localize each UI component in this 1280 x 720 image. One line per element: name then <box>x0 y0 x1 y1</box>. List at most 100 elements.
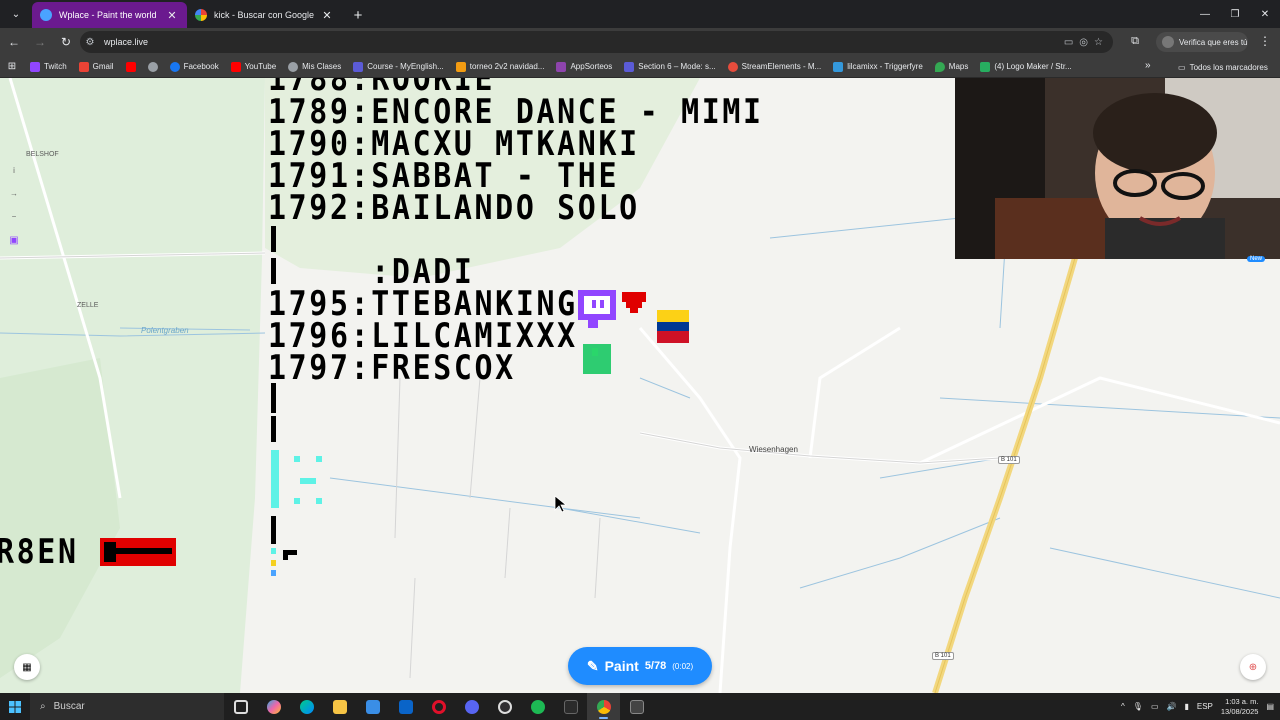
speaker-icon[interactable]: 🔊 <box>1167 702 1177 711</box>
paint-count: 5/78 <box>644 660 667 672</box>
taskbar-search[interactable]: ⌕ Buscar <box>30 693 224 720</box>
streamelements-icon <box>727 61 738 72</box>
pixel-line-1797: 1797:FRESCOX <box>268 348 516 388</box>
youtube-icon <box>125 61 136 72</box>
logo-maker-icon <box>980 61 991 72</box>
twitch-icon <box>30 61 40 72</box>
bookmark-youtube[interactable]: YouTube <box>225 61 282 72</box>
media-app-icon[interactable] <box>620 693 653 720</box>
brush-icon: ✎ <box>586 657 599 674</box>
tab-strip: ⌄ Wplace - Paint the world ✕ kick - Busc… <box>0 0 1280 28</box>
profile-button[interactable]: Verifica que eres tú <box>1156 32 1248 52</box>
layers-icon[interactable]: ▦ <box>14 654 40 680</box>
more-bookmarks-icon[interactable]: » <box>1145 60 1151 71</box>
browser-menu-icon[interactable]: ⋮ <box>1255 30 1275 52</box>
back-button[interactable]: ← <box>2 30 26 54</box>
globe-icon <box>147 61 158 72</box>
info-icon[interactable]: i <box>13 166 15 175</box>
bookmark-globe[interactable] <box>142 61 164 72</box>
map-label-belshof: BELSHOF <box>26 151 59 158</box>
maps-pin-icon <box>934 61 945 72</box>
apps-grid-icon[interactable]: ⊞ <box>0 61 24 72</box>
file-explorer-icon[interactable] <box>323 693 356 720</box>
site-info-icon[interactable]: ⚙ <box>80 37 100 48</box>
opera-icon[interactable] <box>422 693 455 720</box>
network-icon[interactable]: ▭ <box>1151 702 1159 711</box>
cast-icon[interactable]: ▭ <box>1064 37 1073 48</box>
copilot-icon[interactable] <box>257 693 290 720</box>
notifications-icon[interactable]: ▤ <box>1266 702 1274 711</box>
start-button[interactable] <box>0 693 30 720</box>
twitch-icon[interactable]: ▣ <box>9 235 18 246</box>
red-arrow-pixel <box>100 538 176 566</box>
clock[interactable]: 1:03 a. m. 13/08/2025 <box>1221 697 1259 717</box>
obs-icon[interactable] <box>488 693 521 720</box>
close-tab-icon[interactable]: ✕ <box>165 9 179 22</box>
minus-icon[interactable]: − <box>12 212 17 221</box>
bookmark-streamelements[interactable]: StreamElements - M... <box>722 61 828 72</box>
hide-icon[interactable]: ◎ <box>1079 37 1088 48</box>
outlook-icon[interactable] <box>389 693 422 720</box>
road-badge-b101: B 101 <box>932 652 954 660</box>
profile-label: Verifica que eres tú <box>1179 37 1248 47</box>
pixel-left-text: R8EN <box>0 532 79 572</box>
reload-button[interactable]: ↻ <box>54 30 78 54</box>
discord-icon[interactable] <box>455 693 488 720</box>
new-tab-button[interactable]: + <box>346 3 370 27</box>
tab-title: kick - Buscar con Google <box>214 10 315 20</box>
chevron-up-icon[interactable]: ^ <box>1121 702 1125 711</box>
bookmark-gmail[interactable]: Gmail <box>73 61 120 72</box>
bookmark-twitch[interactable]: Twitch <box>24 61 73 72</box>
arrow-icon[interactable]: → <box>10 189 18 198</box>
webcam-new-badge: New <box>1247 256 1266 262</box>
tab-google[interactable]: kick - Buscar con Google ✕ <box>187 2 342 28</box>
address-bar[interactable]: ⚙ wplace.live ▭ ◎ ☆ <box>80 31 1113 53</box>
diamond-icon <box>556 61 567 72</box>
spotify-icon[interactable] <box>521 693 554 720</box>
bookmark-logo-maker[interactable]: (4) Logo Maker / Str... <box>974 61 1077 72</box>
store-icon[interactable] <box>356 693 389 720</box>
paint-label: Paint <box>604 658 639 674</box>
terminal-icon[interactable] <box>554 693 587 720</box>
bookmark-triggerfyre[interactable]: lilcamixx - Triggerfyre <box>827 61 929 72</box>
webcam-image <box>955 78 1280 259</box>
close-window-button[interactable]: ✕ <box>1250 0 1280 28</box>
p-icon <box>353 61 364 72</box>
bookmark-facebook[interactable]: Facebook <box>164 61 225 72</box>
bookmark-appsorteos[interactable]: AppSorteos <box>550 61 618 72</box>
microphone-icon[interactable]: 🎙 <box>1133 702 1143 711</box>
map-label-zelle: ZELLE <box>77 302 99 309</box>
close-tab-icon[interactable]: ✕ <box>320 9 334 22</box>
window-controls: — ❐ ✕ <box>1190 0 1280 28</box>
bookmark-section6[interactable]: Section 6 – Mode: s... <box>618 61 721 72</box>
locate-icon[interactable]: ⊕ <box>1240 654 1266 680</box>
bookmark-torneo[interactable]: torneo 2v2 navidad... <box>450 61 551 72</box>
chrome-icon[interactable] <box>587 693 620 720</box>
pixel-line-1792: 1792:BAILANDO SOLO <box>268 188 640 228</box>
all-bookmarks-button[interactable]: ▭ Todos los marcadores <box>1178 56 1268 78</box>
tab-wplace[interactable]: Wplace - Paint the world ✕ <box>32 2 187 28</box>
bookmark-youtube-red[interactable] <box>120 61 142 72</box>
language-indicator[interactable]: ESP <box>1197 702 1213 711</box>
search-icon: ⌕ <box>40 701 46 712</box>
edge-icon[interactable] <box>290 693 323 720</box>
bookmark-maps[interactable]: Maps <box>929 61 975 72</box>
task-view-icon[interactable] <box>224 693 257 720</box>
tab-title: Wplace - Paint the world <box>59 10 157 20</box>
tab-search-button[interactable]: ⌄ <box>4 2 28 26</box>
triggerfyre-icon <box>833 61 844 72</box>
star-icon[interactable]: ☆ <box>1094 37 1103 48</box>
forward-button[interactable]: → <box>28 30 52 54</box>
battery-icon[interactable]: ▮ <box>1184 702 1188 711</box>
bookmarks-bar: ⊞ Twitch Gmail Facebook YouTube Mis Clas… <box>0 56 1280 78</box>
bookmark-course[interactable]: Course - MyEnglish... <box>347 61 449 72</box>
minimize-button[interactable]: — <box>1190 0 1220 28</box>
paint-button[interactable]: ✎ Paint 5/78 (0:02) <box>568 647 712 685</box>
extensions-icon[interactable]: ⧉ <box>1124 30 1146 52</box>
gmail-icon <box>78 61 89 72</box>
bookmark-mis-clases[interactable]: Mis Clases <box>282 61 347 72</box>
p-icon <box>624 61 635 72</box>
clock-time: 1:03 a. m. <box>1225 696 1259 706</box>
maximize-button[interactable]: ❐ <box>1220 0 1250 28</box>
youtube-icon <box>230 61 241 72</box>
